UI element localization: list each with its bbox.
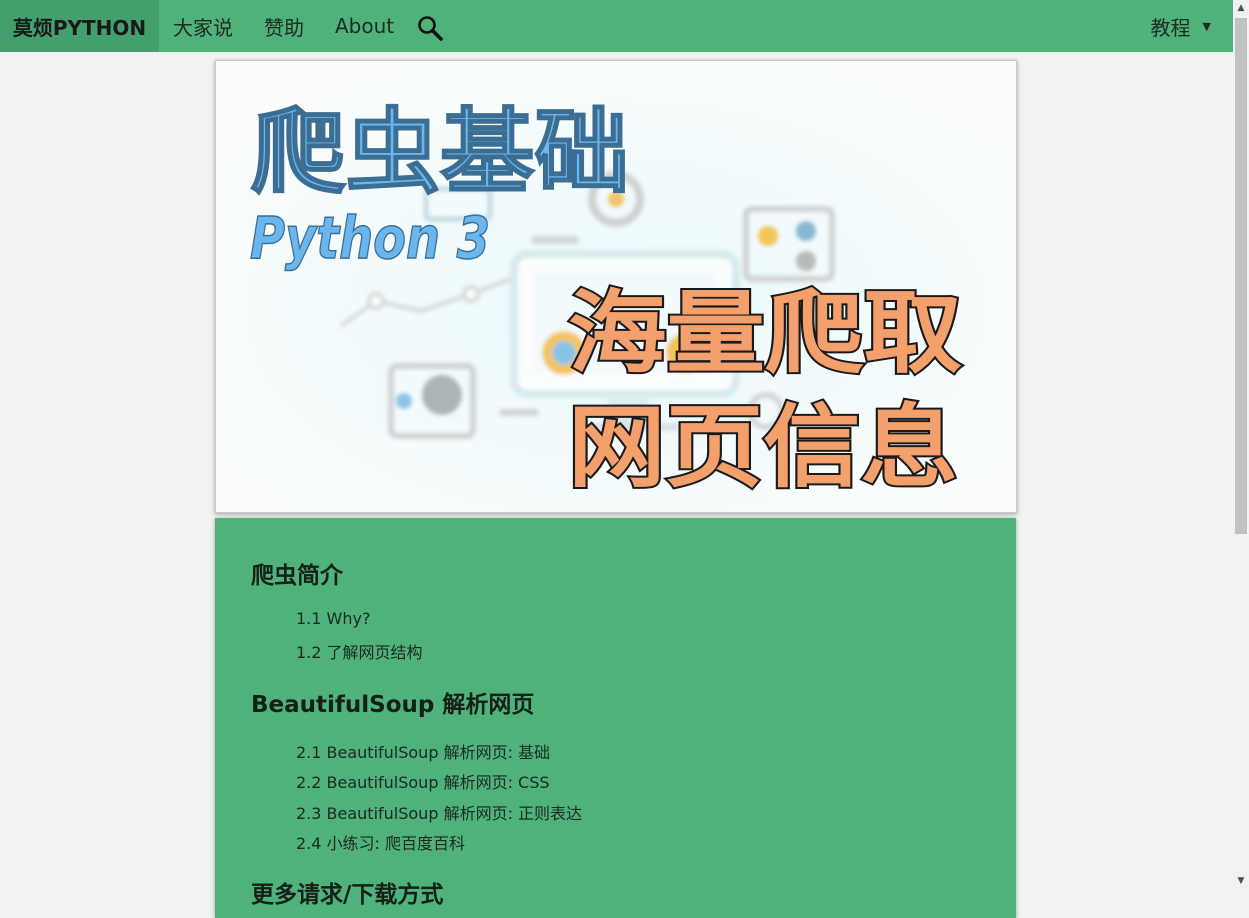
toc-link-1-2[interactable]: 1.2 了解网页结构: [296, 639, 423, 663]
top-navbar: 莫烦PYTHON 大家说 赞助 About 教程 ▼: [0, 0, 1233, 52]
course-banner-image: 爬虫基础 Python 3 海量爬取 网页信息: [215, 60, 1017, 513]
banner-title: 爬虫基础: [251, 99, 629, 206]
site-brand-link[interactable]: 莫烦PYTHON: [0, 0, 159, 52]
table-of-contents-panel: 爬虫简介 1.1 Why? 1.2 了解网页结构 BeautifulSoup 解…: [215, 518, 1016, 918]
section-title-crawler-intro: 爬虫简介: [251, 563, 343, 589]
toc-link-2-2[interactable]: 2.2 BeautifulSoup 解析网页: CSS: [296, 769, 550, 793]
nav-link-about[interactable]: About: [335, 0, 394, 52]
toc-link-2-4[interactable]: 2.4 小练习: 爬百度百科: [296, 830, 465, 854]
nav-link-sponsor[interactable]: 赞助: [264, 0, 304, 52]
toc-link-2-1[interactable]: 2.1 BeautifulSoup 解析网页: 基础: [296, 739, 550, 763]
page-scrollbar[interactable]: ▲ ▼: [1233, 0, 1249, 889]
nav-link-comments[interactable]: 大家说: [173, 0, 233, 52]
section-title-more-requests: 更多请求/下载方式: [251, 882, 444, 908]
banner-subtitle: Python 3: [250, 204, 490, 272]
section-title-beautifulsoup: BeautifulSoup 解析网页: [251, 692, 535, 718]
toc-link-2-3[interactable]: 2.3 BeautifulSoup 解析网页: 正则表达: [296, 800, 582, 824]
scroll-down-arrow-icon[interactable]: ▼: [1233, 873, 1249, 889]
scrollbar-thumb[interactable]: [1235, 18, 1247, 534]
toc-link-1-1[interactable]: 1.1 Why?: [296, 609, 370, 628]
banner-callout-line2: 网页信息: [568, 394, 958, 500]
caret-down-icon: ▼: [1202, 19, 1211, 33]
magnifier-icon: [418, 16, 443, 41]
tutorials-dropdown-label: 教程: [1150, 15, 1191, 40]
banner-callout-line1: 海量爬取: [568, 280, 962, 386]
tutorials-dropdown[interactable]: 教程 ▼: [1151, 0, 1211, 52]
scroll-up-arrow-icon[interactable]: ▲: [1233, 0, 1249, 16]
search-button[interactable]: [416, 14, 444, 42]
